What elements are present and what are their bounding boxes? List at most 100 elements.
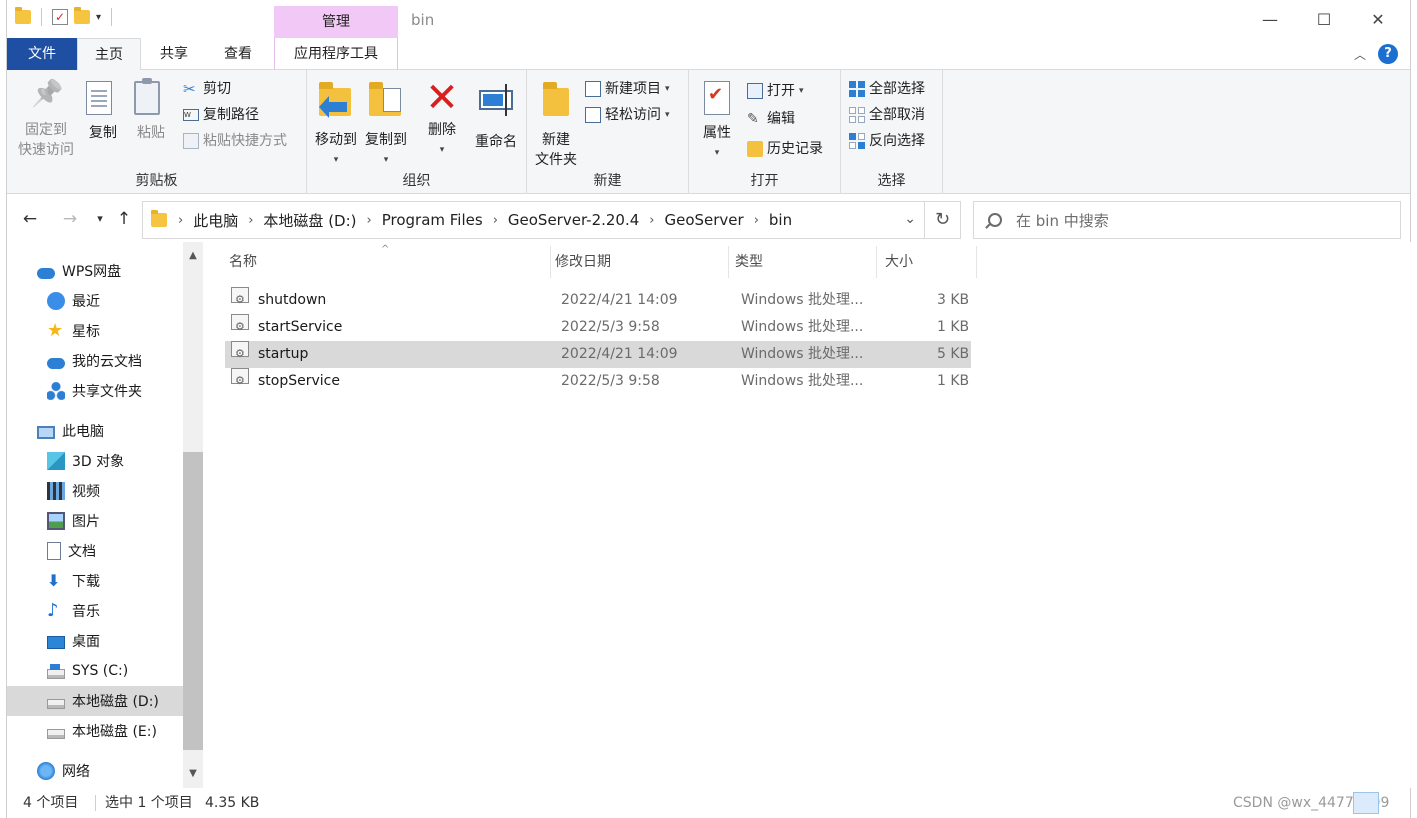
chevron-right-icon[interactable]: › <box>493 213 498 228</box>
file-name: stopService <box>258 373 340 389</box>
sidebar-item-recent[interactable]: 最近 <box>7 286 183 316</box>
chevron-right-icon[interactable]: › <box>649 213 654 228</box>
copy-path-button[interactable]: W 复制路径 <box>183 104 259 126</box>
sidebar-item-starred[interactable]: ★ 星标 <box>7 316 183 346</box>
pin-label-1: 固定到 <box>25 122 67 138</box>
search-icon <box>988 213 1002 227</box>
scroll-up-icon[interactable]: ▲ <box>183 246 203 266</box>
chevron-down-icon[interactable]: ⌄ <box>904 211 916 227</box>
sidebar-item-label: 共享文件夹 <box>72 384 142 400</box>
file-type: Windows 批处理... <box>741 346 864 362</box>
help-icon[interactable]: ? <box>1378 44 1398 64</box>
sidebar-item-network[interactable]: 网络 <box>7 756 183 786</box>
sidebar-scrollbar[interactable]: ▲ ▼ <box>183 242 203 788</box>
sidebar-item-wps-cloud[interactable]: WPS网盘 <box>7 256 183 286</box>
file-date: 2022/5/3 9:58 <box>561 373 660 389</box>
new-folder-button[interactable]: 新建 文件夹 <box>531 78 581 170</box>
rename-button[interactable]: 重命名 <box>471 78 521 152</box>
invert-selection-button[interactable]: 反向选择 <box>849 130 925 152</box>
column-header-type[interactable]: 类型 <box>709 246 877 278</box>
copy-label: 复制 <box>89 125 117 141</box>
search-placeholder: 在 bin 中搜索 <box>1016 211 1109 230</box>
edit-button[interactable]: ✎ 编辑 <box>747 108 795 130</box>
easy-access-button[interactable]: 轻松访问 ▾ <box>585 104 670 126</box>
column-header-size[interactable]: 大小 <box>857 246 977 278</box>
computer-icon <box>37 425 55 439</box>
properties-button[interactable]: 属性 ▾ <box>695 78 739 163</box>
open-button[interactable]: 打开 ▾ <box>747 80 804 102</box>
table-row[interactable]: startService 2022/5/3 9:58 Windows 批处理..… <box>225 313 971 341</box>
file-type: Windows 批处理... <box>741 373 864 389</box>
manage-context-tab[interactable]: 管理 <box>274 6 398 38</box>
move-to-button[interactable]: 移动到 ▾ <box>311 78 361 170</box>
close-icon[interactable]: ✕ <box>1351 0 1405 40</box>
back-arrow-icon[interactable]: ← <box>17 206 43 232</box>
maximize-icon[interactable]: ☐ <box>1297 0 1351 40</box>
column-header-date[interactable]: 修改日期 <box>529 246 729 278</box>
sidebar-item-drive-e[interactable]: 本地磁盘 (E:) <box>7 716 183 746</box>
properties-icon[interactable]: ✓ <box>52 9 68 25</box>
new-item-button[interactable]: 新建项目 ▾ <box>585 78 670 100</box>
select-all-button[interactable]: 全部选择 <box>849 78 925 100</box>
sidebar-item-label: 网络 <box>62 764 90 780</box>
sidebar-item-drive-c[interactable]: SYS (C:) <box>7 656 183 686</box>
tab-view[interactable]: 查看 <box>207 38 269 70</box>
table-row[interactable]: shutdown 2022/4/21 14:09 Windows 批处理... … <box>225 286 971 314</box>
sidebar-item-documents[interactable]: 文档 <box>7 536 183 566</box>
sidebar-item-this-pc[interactable]: 此电脑 <box>7 416 183 446</box>
sidebar-item-3d-objects[interactable]: 3D 对象 <box>7 446 183 476</box>
large-icons-view-icon[interactable] <box>1381 792 1405 814</box>
sidebar-item-pictures[interactable]: 图片 <box>7 506 183 536</box>
table-row[interactable]: stopService 2022/5/3 9:58 Windows 批处理...… <box>225 367 971 395</box>
minimize-icon[interactable]: — <box>1243 0 1297 40</box>
search-box[interactable]: 在 bin 中搜索 <box>973 201 1401 239</box>
sidebar-item-videos[interactable]: 视频 <box>7 476 183 506</box>
column-header-name[interactable]: 名称 ^ <box>203 244 551 278</box>
delete-button[interactable]: ✕ 删除 ▾ <box>421 78 463 160</box>
details-view-icon[interactable] <box>1353 792 1379 814</box>
tab-share[interactable]: 共享 <box>143 38 205 70</box>
refresh-icon[interactable]: ↻ <box>925 201 961 239</box>
new-folder-label-1: 新建 <box>542 132 570 148</box>
tab-home[interactable]: 主页 <box>77 38 141 71</box>
sidebar-item-downloads[interactable]: ⬇ 下载 <box>7 566 183 596</box>
breadcrumb-this-pc[interactable]: 此电脑 <box>193 210 238 231</box>
sidebar-item-label: 此电脑 <box>62 424 104 440</box>
up-arrow-icon[interactable]: ↑ <box>111 206 137 232</box>
sidebar-item-cloud-docs[interactable]: 我的云文档 <box>7 346 183 376</box>
copy-button[interactable]: 复制 <box>83 78 123 143</box>
sidebar-item-shared-folder[interactable]: 共享文件夹 <box>7 376 183 406</box>
tab-file[interactable]: 文件 <box>7 38 77 70</box>
address-bar[interactable]: › 此电脑 › 本地磁盘 (D:) › Program Files › GeoS… <box>142 201 925 239</box>
qat-dropdown-icon[interactable]: ▾ <box>96 12 101 23</box>
copy-path-label: 复制路径 <box>203 107 259 123</box>
sidebar-item-music[interactable]: ♪ 音乐 <box>7 596 183 626</box>
breadcrumb-geoserver-version[interactable]: GeoServer-2.20.4 <box>508 211 639 229</box>
tab-app-tools[interactable]: 应用程序工具 <box>274 38 398 70</box>
breadcrumb-bin[interactable]: bin <box>769 211 792 229</box>
breadcrumb-drive-d[interactable]: 本地磁盘 (D:) <box>263 210 356 231</box>
breadcrumb-program-files[interactable]: Program Files <box>382 211 483 229</box>
status-item-count: 4 个项目 <box>23 795 79 811</box>
history-button[interactable]: 历史记录 <box>747 138 823 160</box>
copy-to-icon <box>369 82 401 116</box>
breadcrumb-geoserver[interactable]: GeoServer <box>664 211 743 229</box>
sidebar-item-drive-d[interactable]: 本地磁盘 (D:) <box>7 686 183 716</box>
pin-quick-access-button[interactable]: 固定到 快速访问 <box>13 78 79 160</box>
select-none-button[interactable]: 全部取消 <box>849 104 925 126</box>
paste-shortcut-button[interactable]: 粘贴快捷方式 <box>183 130 287 152</box>
copy-to-button[interactable]: 复制到 ▾ <box>361 78 411 170</box>
table-row[interactable]: startup 2022/4/21 14:09 Windows 批处理... 5… <box>225 340 971 368</box>
chevron-right-icon[interactable]: › <box>754 213 759 228</box>
recent-locations-chevron-icon[interactable]: ▾ <box>87 206 113 232</box>
cut-button[interactable]: ✂ 剪切 <box>183 78 231 100</box>
collapse-ribbon-icon[interactable]: ︿ <box>1354 46 1366 63</box>
chevron-right-icon[interactable]: › <box>248 213 253 228</box>
chevron-right-icon[interactable]: › <box>367 213 372 228</box>
sidebar-item-desktop[interactable]: 桌面 <box>7 626 183 656</box>
paste-button[interactable]: 粘贴 <box>131 78 171 143</box>
scrollbar-thumb[interactable] <box>183 452 203 750</box>
scroll-down-icon[interactable]: ▼ <box>183 764 203 784</box>
new-folder-icon[interactable] <box>74 7 90 24</box>
forward-arrow-icon[interactable]: → <box>57 206 83 232</box>
